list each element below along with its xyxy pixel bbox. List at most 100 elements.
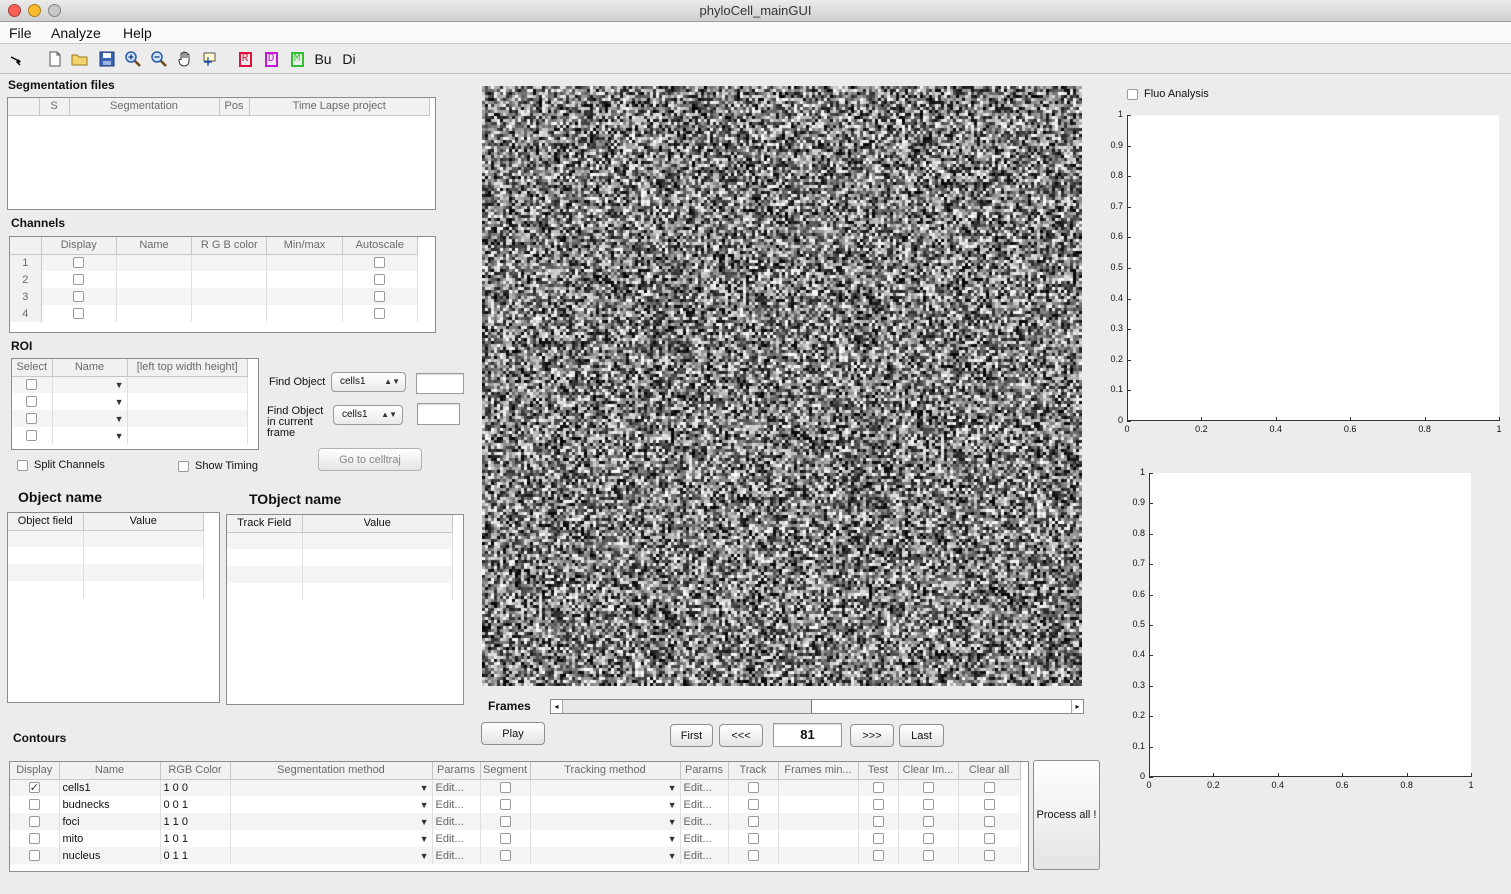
split-channels-option[interactable]: Split Channels [17, 459, 105, 471]
slider-right-arrow-icon[interactable]: ▸ [1071, 700, 1083, 713]
segmentation-method-dropdown[interactable]: ▼ [230, 779, 433, 796]
new-file-icon[interactable] [45, 49, 65, 69]
split-channels-checkbox[interactable] [17, 459, 28, 471]
params-edit[interactable]: Edit... [432, 779, 481, 796]
channel-autoscale-checkbox[interactable] [374, 308, 386, 320]
col-time-lapse-project[interactable]: Time Lapse project [249, 98, 430, 116]
top-plot[interactable]: 1 0.9 0.8 0.7 0.6 0.5 0.4 0.3 0.2 0.1 0 0 0.2 0.4 0.6 0… [1100, 108, 1508, 438]
clear-all-checkbox[interactable] [983, 782, 995, 794]
params-edit[interactable]: Edit... [432, 813, 481, 830]
go-to-celltraj-button[interactable]: Go to celltraj [318, 448, 422, 471]
find-current-frame-select[interactable]: cells1 ▲▼ [333, 405, 403, 425]
data-cursor-icon[interactable] [201, 49, 221, 69]
segment-checkbox[interactable] [499, 816, 511, 828]
params-edit[interactable]: Edit... [432, 847, 481, 864]
segmentation-files-table[interactable]: S Segmentation Pos Time Lapse project [7, 97, 436, 210]
roi-select-checkbox[interactable] [26, 430, 38, 442]
previous-frame-button[interactable]: <<< [719, 724, 763, 747]
test-checkbox[interactable] [872, 816, 884, 828]
clear-image-checkbox[interactable] [922, 799, 934, 811]
clear-all-checkbox[interactable] [983, 833, 995, 845]
slider-thumb[interactable] [563, 700, 812, 713]
segmentation-method-dropdown[interactable]: ▼ [230, 796, 433, 813]
zoom-out-icon[interactable] [149, 49, 169, 69]
slider-left-arrow-icon[interactable]: ◂ [551, 700, 563, 713]
menu-help[interactable]: Help [123, 22, 152, 44]
clear-all-checkbox[interactable] [983, 799, 995, 811]
channel-display-checkbox[interactable] [73, 291, 85, 303]
track-checkbox[interactable] [747, 816, 759, 828]
tobject-table[interactable]: Track Field Value [226, 514, 464, 705]
clear-image-checkbox[interactable] [922, 816, 934, 828]
segment-checkbox[interactable] [499, 850, 511, 862]
zoom-in-icon[interactable] [123, 49, 143, 69]
roi-select-checkbox[interactable] [26, 413, 38, 425]
col-pos[interactable]: Pos [219, 98, 250, 116]
channel-autoscale-checkbox[interactable] [374, 257, 386, 269]
roi-name-dropdown[interactable]: ▼ [52, 376, 128, 393]
channel-autoscale-checkbox[interactable] [374, 274, 386, 286]
find-object-select[interactable]: cells1 ▲▼ [331, 372, 406, 392]
params-edit[interactable]: Edit... [432, 830, 481, 847]
find-object-input[interactable] [416, 373, 464, 394]
tracking-params-edit[interactable]: Edit... [680, 813, 729, 830]
show-timing-option[interactable]: Show Timing [178, 460, 258, 472]
show-timing-checkbox[interactable] [178, 460, 189, 472]
segmentation-method-dropdown[interactable]: ▼ [230, 847, 433, 864]
minimize-window-icon[interactable] [28, 4, 41, 17]
col-s[interactable]: S [39, 98, 70, 116]
channel-display-checkbox[interactable] [73, 274, 85, 286]
track-checkbox[interactable] [747, 850, 759, 862]
col-segmentation[interactable]: Segmentation [69, 98, 220, 116]
close-window-icon[interactable] [8, 4, 21, 17]
contour-display-checkbox[interactable] [28, 833, 40, 845]
clear-image-checkbox[interactable] [922, 782, 934, 794]
process-all-button[interactable]: Process all ! [1033, 760, 1100, 870]
fluo-analysis-option[interactable]: Fluo Analysis [1127, 88, 1209, 100]
frames-slider[interactable]: ◂ ▸ [550, 699, 1084, 714]
di-icon[interactable]: Di [339, 49, 359, 69]
contours-table[interactable]: Display Name RGB Color Segmentation meth… [9, 761, 1029, 872]
object-table[interactable]: Object field Value [7, 512, 220, 703]
channel-autoscale-checkbox[interactable] [374, 291, 386, 303]
clear-image-checkbox[interactable] [922, 833, 934, 845]
roi-name-dropdown[interactable]: ▼ [52, 427, 128, 444]
tracking-method-dropdown[interactable]: ▼ [530, 796, 681, 813]
segment-checkbox[interactable] [499, 799, 511, 811]
menu-file[interactable]: File [9, 22, 32, 44]
r-icon[interactable]: R [235, 49, 255, 69]
tracking-method-dropdown[interactable]: ▼ [530, 830, 681, 847]
menu-analyze[interactable]: Analyze [51, 22, 101, 44]
test-checkbox[interactable] [872, 850, 884, 862]
m-icon[interactable]: M [287, 49, 307, 69]
roi-table[interactable]: Select Name [left top width height] ▼ ▼ … [11, 358, 259, 450]
tracking-method-dropdown[interactable]: ▼ [530, 779, 681, 796]
zoom-window-icon[interactable] [48, 4, 61, 17]
contour-display-checkbox[interactable] [28, 782, 40, 794]
image-view[interactable] [482, 86, 1082, 686]
pan-hand-icon[interactable] [175, 49, 195, 69]
segment-checkbox[interactable] [499, 833, 511, 845]
next-frame-button[interactable]: >>> [850, 724, 894, 747]
channel-display-checkbox[interactable] [73, 308, 85, 320]
channels-table[interactable]: Display Name R G B color Min/max Autosca… [9, 236, 436, 333]
track-checkbox[interactable] [747, 833, 759, 845]
tracking-method-dropdown[interactable]: ▼ [530, 813, 681, 830]
open-folder-icon[interactable] [70, 49, 90, 69]
roi-select-checkbox[interactable] [26, 396, 38, 408]
tracking-params-edit[interactable]: Edit... [680, 796, 729, 813]
track-checkbox[interactable] [747, 782, 759, 794]
contour-display-checkbox[interactable] [28, 816, 40, 828]
play-button[interactable]: Play [481, 722, 545, 745]
save-icon[interactable] [97, 49, 117, 69]
fluo-analysis-checkbox[interactable] [1127, 88, 1138, 100]
segment-checkbox[interactable] [499, 782, 511, 794]
bottom-plot[interactable]: 1 0.9 0.8 0.7 0.6 0.5 0.4 0.3 0.2 0.1 0 0 0.2 0.4 0.6 0… [1120, 465, 1510, 795]
arrow-icon[interactable] [6, 49, 26, 69]
find-current-frame-input[interactable] [417, 403, 460, 425]
tracking-params-edit[interactable]: Edit... [680, 830, 729, 847]
first-frame-button[interactable]: First [670, 724, 713, 747]
roi-select-checkbox[interactable] [26, 379, 38, 391]
test-checkbox[interactable] [872, 799, 884, 811]
current-frame-input[interactable]: 81 [773, 723, 842, 747]
